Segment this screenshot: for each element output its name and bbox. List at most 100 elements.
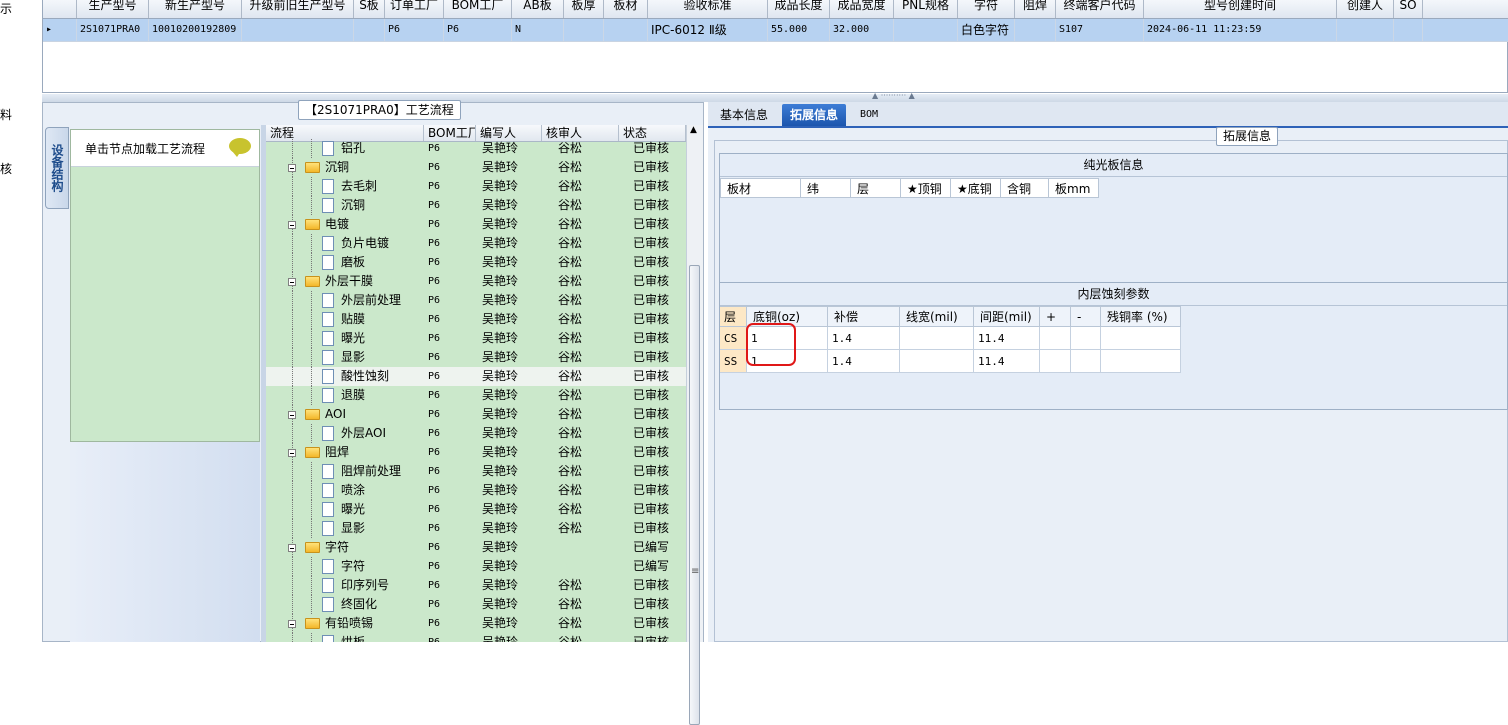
column-header[interactable]: 板厚 — [564, 0, 604, 18]
etch-cell[interactable] — [1101, 350, 1181, 373]
tab-bom[interactable]: BOM — [852, 104, 886, 126]
pure-board-column[interactable]: ★底铜 — [951, 178, 1001, 198]
pure-board-column[interactable]: 板mm — [1049, 178, 1099, 198]
grid-cell[interactable] — [604, 19, 648, 41]
grid-cell[interactable] — [1015, 19, 1056, 41]
etch-cell[interactable]: 11.4 — [974, 327, 1040, 350]
tree-row[interactable]: 外层AOI P6 吴艳玲 谷松 已审核 — [266, 424, 686, 443]
tree-row[interactable]: 外层干膜 P6 吴艳玲 谷松 已审核 — [266, 272, 686, 291]
grid-cell[interactable] — [354, 19, 385, 41]
tree-row[interactable]: 磨板 P6 吴艳玲 谷松 已审核 — [266, 253, 686, 272]
grid-cell[interactable]: S107 — [1056, 19, 1144, 41]
tree-row[interactable]: 退膜 P6 吴艳玲 谷松 已审核 — [266, 386, 686, 405]
pure-board-column[interactable]: 层 — [851, 178, 901, 198]
inner-etch-column[interactable]: + — [1040, 306, 1071, 327]
collapse-icon[interactable] — [288, 620, 296, 628]
column-header[interactable]: PNL规格 — [894, 0, 958, 18]
tree-row[interactable]: 负片电镀 P6 吴艳玲 谷松 已审核 — [266, 234, 686, 253]
tree-row[interactable]: 阻焊 P6 吴艳玲 谷松 已审核 — [266, 443, 686, 462]
tree-row[interactable]: 沉铜 P6 吴艳玲 谷松 已审核 — [266, 196, 686, 215]
inner-etch-column[interactable]: - — [1071, 306, 1101, 327]
etch-cell[interactable] — [1071, 327, 1101, 350]
tree-row[interactable]: 终固化 P6 吴艳玲 谷松 已审核 — [266, 595, 686, 614]
column-header[interactable]: 终端客户代码 — [1056, 0, 1144, 18]
etch-cell[interactable]: 1.4 — [828, 350, 900, 373]
etch-cell[interactable] — [1040, 350, 1071, 373]
grid-cell[interactable] — [564, 19, 604, 41]
collapse-icon[interactable] — [288, 278, 296, 286]
equipment-structure-tab[interactable]: 设备结构 — [45, 127, 69, 209]
grid-cell[interactable]: P6 — [444, 19, 512, 41]
tree-row[interactable]: 酸性蚀刻 P6 吴艳玲 谷松 已审核 — [266, 367, 686, 386]
collapse-icon[interactable] — [288, 221, 296, 229]
pure-board-column[interactable]: ★顶铜 — [901, 178, 951, 198]
grid-cell[interactable]: IPC-6012 Ⅱ级 — [648, 19, 768, 41]
collapse-icon[interactable] — [288, 449, 296, 457]
column-header[interactable]: S板 — [354, 0, 385, 18]
column-header[interactable]: BOM工厂 — [444, 0, 512, 18]
column-header[interactable]: 成品宽度 — [830, 0, 894, 18]
tree-row[interactable]: 曝光 P6 吴艳玲 谷松 已审核 — [266, 329, 686, 348]
tree-row[interactable]: AOI P6 吴艳玲 谷松 已审核 — [266, 405, 686, 424]
column-header[interactable]: 升级前旧生产型号 — [242, 0, 354, 18]
column-header[interactable]: 生产型号 — [77, 0, 149, 18]
tree-row[interactable]: 印序列号 P6 吴艳玲 谷松 已审核 — [266, 576, 686, 595]
column-header[interactable]: 阻焊 — [1015, 0, 1056, 18]
tree-row[interactable]: 铝孔 P6 吴艳玲 谷松 已审核 — [266, 139, 686, 158]
column-header[interactable]: 成品长度 — [768, 0, 830, 18]
tree-row[interactable]: 显影 P6 吴艳玲 谷松 已审核 — [266, 519, 686, 538]
model-grid-row[interactable]: ▸ 2S1071PRA0 10010200192809 P6 P6 N IPC-6012 Ⅱ… — [43, 19, 1508, 42]
tree-row[interactable]: 烘板 P6 吴艳玲 谷松 已审核 — [266, 633, 686, 642]
grid-cell[interactable]: 2S1071PRA0 — [77, 19, 149, 41]
collapse-icon[interactable] — [288, 164, 296, 172]
column-header[interactable]: 板材 — [604, 0, 648, 18]
etch-cell[interactable] — [900, 327, 974, 350]
column-header[interactable]: AB板 — [512, 0, 564, 18]
tree-row[interactable]: 沉铜 P6 吴艳玲 谷松 已审核 — [266, 158, 686, 177]
tree-row[interactable]: 字符 P6 吴艳玲 已编写 — [266, 538, 686, 557]
row-indicator-icon[interactable]: ▸ — [43, 19, 77, 41]
tree-row[interactable]: 贴膜 P6 吴艳玲 谷松 已审核 — [266, 310, 686, 329]
etch-cell[interactable] — [1040, 327, 1071, 350]
grid-cell[interactable] — [1394, 19, 1423, 41]
grid-cell[interactable]: 32.000 — [830, 19, 894, 41]
grid-cell[interactable] — [894, 19, 958, 41]
inner-etch-column[interactable]: 补偿 — [828, 306, 900, 327]
scroll-up-icon[interactable]: ▲ — [687, 125, 703, 141]
pure-board-column[interactable]: 含铜 — [1001, 178, 1049, 198]
pure-board-column[interactable]: 纬 — [801, 178, 851, 198]
tab-basic-info[interactable]: 基本信息 — [712, 104, 776, 126]
column-header[interactable]: 验收标准 — [648, 0, 768, 18]
grid-cell[interactable]: 55.000 — [768, 19, 830, 41]
grid-cell[interactable]: 2024-06-11 11:23:59 — [1144, 19, 1337, 41]
node-load-header[interactable]: 单击节点加载工艺流程 — [71, 130, 259, 167]
etch-cell[interactable] — [1101, 327, 1181, 350]
etch-cell[interactable] — [1071, 350, 1101, 373]
tree-row[interactable]: 显影 P6 吴艳玲 谷松 已审核 — [266, 348, 686, 367]
horizontal-splitter[interactable]: ▲ ·········· ▲ — [42, 91, 1508, 102]
grid-cell[interactable]: 10010200192809 — [149, 19, 242, 41]
pure-board-column[interactable]: 板材 — [720, 178, 801, 198]
inner-etch-column[interactable]: 层 — [720, 306, 747, 327]
tab-extended-info[interactable]: 拓展信息 — [782, 104, 847, 126]
inner-etch-column[interactable]: 残铜率 (%) — [1101, 306, 1181, 327]
grid-cell[interactable]: P6 — [385, 19, 444, 41]
grid-cell[interactable] — [242, 19, 354, 41]
tree-row[interactable]: 电镀 P6 吴艳玲 谷松 已审核 — [266, 215, 686, 234]
scroll-thumb[interactable]: ≡ — [689, 265, 700, 725]
tree-row[interactable]: 去毛刺 P6 吴艳玲 谷松 已审核 — [266, 177, 686, 196]
column-header[interactable]: 订单工厂 — [385, 0, 444, 18]
tree-row[interactable]: 阻焊前处理 P6 吴艳玲 谷松 已审核 — [266, 462, 686, 481]
grid-cell[interactable]: N — [512, 19, 564, 41]
column-header[interactable]: 新生产型号 — [149, 0, 242, 18]
etch-cell[interactable] — [900, 350, 974, 373]
column-header[interactable]: 创建人 — [1337, 0, 1394, 18]
tree-row[interactable]: 喷涂 P6 吴艳玲 谷松 已审核 — [266, 481, 686, 500]
tree-row[interactable]: 曝光 P6 吴艳玲 谷松 已审核 — [266, 500, 686, 519]
etch-cell[interactable]: 1.4 — [828, 327, 900, 350]
collapse-icon[interactable] — [288, 411, 296, 419]
tree-scrollbar[interactable]: ▲ ≡ — [686, 125, 703, 725]
etch-cell[interactable]: 11.4 — [974, 350, 1040, 373]
column-header[interactable]: 字符 — [958, 0, 1015, 18]
collapse-icon[interactable] — [288, 544, 296, 552]
